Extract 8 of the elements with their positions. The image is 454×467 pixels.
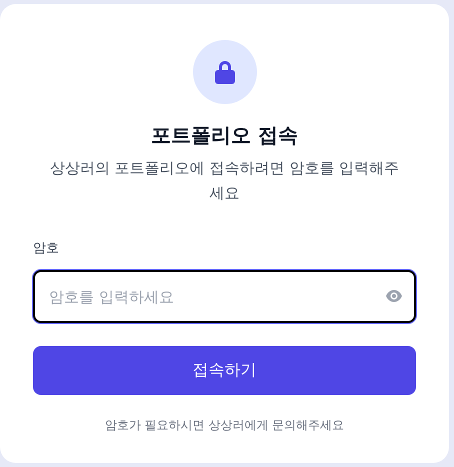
password-field[interactable]: 암호를 입력하세요 [33, 270, 416, 323]
help-text: 암호가 필요하시면 상상러에게 문의해주세요 [104, 417, 344, 434]
lock-icon [214, 60, 236, 84]
eye-icon[interactable] [386, 290, 402, 302]
submit-button[interactable]: 접속하기 [33, 346, 416, 395]
page-title: 포트폴리오 접속 [151, 122, 298, 148]
field-label: 암호 [33, 240, 60, 258]
subtitle: 상상러의 포트폴리오에 접속하려면 암호를 입력해주세요 [48, 158, 400, 204]
